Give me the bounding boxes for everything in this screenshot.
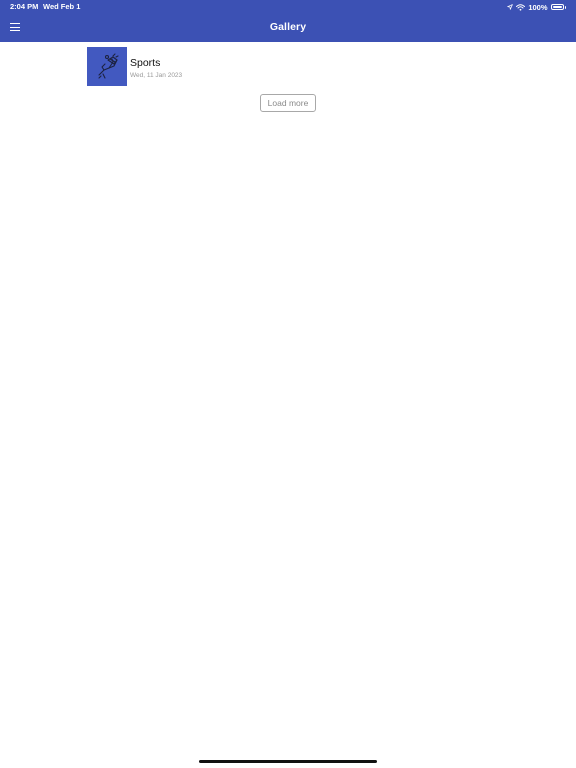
status-date: Wed Feb 1: [43, 2, 81, 11]
cheerleader-megaphone-icon: [98, 53, 119, 79]
battery-icon: [550, 4, 564, 10]
battery-percentage: 100%: [528, 2, 548, 12]
status-indicators: 100%: [507, 2, 566, 12]
gallery-item-title: Sports: [130, 57, 161, 69]
navigation-bar: 2:04 PM Wed Feb 1 100% Gallery: [0, 0, 576, 42]
load-more-button[interactable]: Load more: [260, 94, 316, 112]
gallery-thumbnail: [87, 47, 127, 86]
wifi-icon: [516, 3, 526, 11]
location-icon: [507, 4, 514, 10]
page-title: Gallery: [269, 21, 307, 33]
status-time: 2:04 PM: [10, 2, 39, 11]
gallery-item-date: Wed, 11 Jan 2023: [130, 72, 183, 79]
home-indicator[interactable]: [199, 760, 377, 763]
gallery-item-sports[interactable]: Sports Wed, 11 Jan 2023: [87, 47, 182, 87]
gallery-item-text: Sports Wed, 11 Jan 2023: [130, 47, 182, 80]
